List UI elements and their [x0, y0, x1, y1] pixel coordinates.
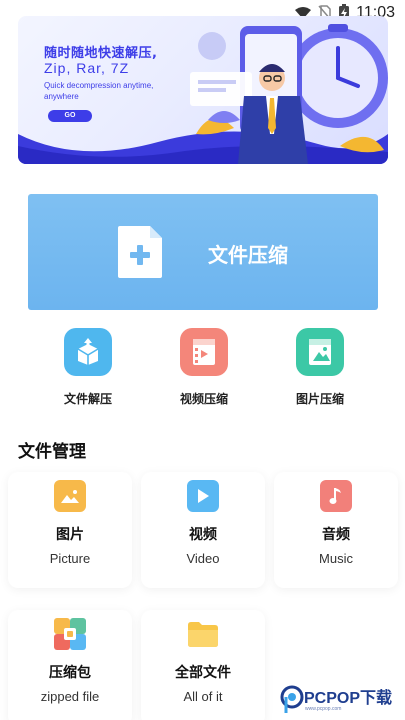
banner-illustration	[190, 24, 388, 164]
file-category-en: Picture	[49, 551, 91, 566]
zip-archive-icon	[54, 618, 86, 650]
banner-subtitle: Zip, Rar, 7Z	[44, 60, 130, 76]
pcpop-watermark: PCPOP下载 www.pcpop.com	[278, 682, 405, 720]
watermark-brand: PCPOP下载	[304, 690, 393, 707]
tool-image-compress[interactable]: 图片压缩	[270, 328, 370, 407]
file-category-zipped[interactable]: 压缩包 zipped file	[8, 610, 132, 720]
file-category-en: Music	[319, 551, 353, 566]
watermark-tagline: www.pcpop.com	[305, 706, 342, 712]
video-zip-icon	[180, 328, 228, 376]
tool-video-compress-label: 视频压缩	[179, 392, 228, 406]
add-file-icon	[118, 226, 162, 278]
file-category-name: 全部文件	[175, 665, 231, 681]
tool-unzip[interactable]: 文件解压	[38, 328, 138, 407]
file-management-title: 文件管理	[18, 442, 86, 462]
pcpop-logo-icon	[280, 685, 304, 713]
promo-banner[interactable]: 随时随地快速解压, Zip, Rar, 7Z Quick decompressi…	[18, 16, 388, 164]
file-compress-card[interactable]: 文件压缩	[28, 194, 378, 310]
file-category-name: 音频	[322, 527, 350, 543]
file-category-name: 图片	[56, 527, 84, 543]
file-category-name: 视频	[189, 527, 217, 543]
video-play-icon	[187, 480, 219, 512]
music-note-icon	[320, 480, 352, 512]
file-category-picture[interactable]: 图片 Picture	[8, 472, 132, 588]
file-category-en: All of it	[183, 689, 223, 704]
banner-title: 随时随地快速解压,	[44, 46, 158, 61]
unzip-box-icon	[64, 328, 112, 376]
banner-go-button[interactable]: GO	[48, 110, 92, 122]
image-zip-icon	[296, 328, 344, 376]
tool-unzip-label: 文件解压	[63, 392, 112, 406]
file-category-en: zipped file	[40, 689, 100, 704]
tool-image-compress-label: 图片压缩	[295, 392, 344, 406]
file-category-en: Video	[186, 551, 220, 566]
file-compress-label: 文件压缩	[208, 243, 288, 267]
folder-icon	[187, 618, 219, 650]
picture-icon	[54, 480, 86, 512]
banner-description: Quick decompression anytime, anywhere	[44, 81, 154, 101]
file-category-all[interactable]: 全部文件 All of it	[141, 610, 265, 720]
tool-video-compress[interactable]: 视频压缩	[154, 328, 254, 407]
file-category-music[interactable]: 音频 Music	[274, 472, 398, 588]
file-category-name: 压缩包	[49, 665, 91, 681]
file-category-video[interactable]: 视频 Video	[141, 472, 265, 588]
